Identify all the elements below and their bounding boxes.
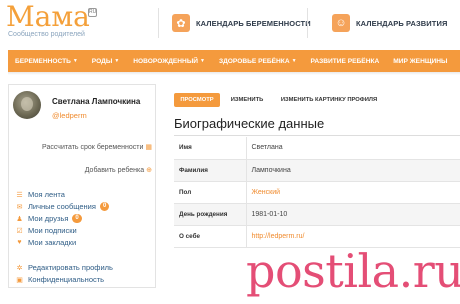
field-label: О себе	[174, 225, 247, 248]
menu-label: Конфиденциальность	[28, 275, 105, 284]
add-child-link[interactable]: Добавить ребенка ⊕	[84, 166, 152, 175]
table-row: Фамилия Лампочкина	[174, 159, 460, 182]
field-value: 1981-01-10	[246, 203, 460, 226]
menu-item-friends[interactable]: ♟ Мои друзья 0	[15, 214, 82, 223]
menu-label: Мои подписки	[28, 226, 77, 235]
logo-text: Мама	[6, 0, 90, 33]
nav-label: МИР ЖЕНЩИНЫ	[393, 57, 448, 65]
tab-view[interactable]: ПРОСМОТР	[174, 93, 220, 107]
menu-item-edit-profile[interactable]: ✲ Редактировать профиль	[15, 263, 113, 272]
calc-term-link[interactable]: Рассчитать срок беременности ▦	[42, 143, 152, 152]
gender-link[interactable]: Женский	[246, 181, 460, 204]
logo-badge: RU	[88, 8, 97, 17]
watermark: postila.ru	[246, 244, 460, 298]
profile-name: Светлана Лампочкина	[52, 97, 141, 106]
gear-icon: ✲	[16, 264, 23, 272]
field-value: Лампочкина	[246, 159, 460, 182]
bio-table: Имя Светлана Фамилия Лампочкина Пол Женс…	[174, 137, 460, 248]
checkbox-icon: ☑	[16, 227, 23, 235]
field-label: Фамилия	[174, 159, 247, 182]
add-child-label: Добавить ребенка	[84, 166, 145, 174]
menu-label: Редактировать профиль	[28, 263, 113, 272]
table-row: Пол Женский	[174, 181, 460, 204]
count-badge: 0	[99, 202, 110, 211]
pregnancy-calendar-link[interactable]: ✿ КАЛЕНДАРЬ БЕРЕМЕННОСТИ	[172, 11, 311, 35]
heart-icon: ♥	[17, 239, 22, 246]
envelope-icon: ✉	[16, 203, 23, 211]
menu-item-privacy[interactable]: ▣ Конфиденциальность	[15, 275, 104, 284]
tab-edit[interactable]: ИЗМЕНИТЬ	[226, 93, 268, 107]
menu-item-feed[interactable]: ☰ Моя лента	[15, 190, 65, 199]
menu-label: Личные сообщения	[28, 202, 96, 211]
pregnancy-calendar-label: КАЛЕНДАРЬ БЕРЕМЕННОСТИ	[196, 18, 311, 28]
menu-label: Мои закладки	[28, 238, 77, 247]
development-calendar-label: КАЛЕНДАРЬ РАЗВИТИЯ	[356, 18, 448, 28]
calc-term-label: Рассчитать срок беременности	[42, 143, 144, 151]
nav-shadow	[8, 72, 460, 75]
table-row: Имя Светлана	[174, 137, 460, 160]
menu-label: Мои друзья	[28, 214, 69, 223]
profile-handle[interactable]: @ledperm	[52, 111, 87, 120]
menu-label: Моя лента	[28, 190, 65, 199]
logo-subtitle: Сообщество родителей	[8, 31, 85, 38]
divider	[174, 135, 460, 136]
nav-item-newborn[interactable]: НОВОРОЖДЕННЫЙ ▼	[126, 58, 212, 65]
nav-item-child-development[interactable]: РАЗВИТИЕ РЕБЁНКА	[304, 58, 387, 65]
pregnancy-icon: ✿	[172, 14, 190, 32]
nav-label: НОВОРОЖДЕННЫЙ	[133, 57, 199, 65]
count-badge: 0	[72, 214, 82, 223]
field-value: Светлана	[246, 137, 460, 160]
plus-icon: ⊕	[146, 167, 152, 174]
field-label: День рождения	[174, 203, 247, 226]
chevron-down-icon: ▼	[200, 58, 205, 64]
nav-item-woman-world[interactable]: МИР ЖЕНЩИНЫ	[386, 58, 454, 65]
page-title: Биографические данные	[174, 116, 325, 131]
menu-item-subscriptions[interactable]: ☑ Мои подписки	[15, 226, 77, 235]
tab-change-picture[interactable]: ИЗМЕНИТЬ КАРТИНКУ ПРОФИЛЯ	[276, 93, 382, 107]
profile-card: Светлана Лампочкина @ledperm Рассчитать …	[8, 84, 156, 288]
nav-item-child-health[interactable]: ЗДОРОВЬЕ РЕБЁНКА ▼	[212, 58, 304, 65]
development-calendar-link[interactable]: ☺ КАЛЕНДАРЬ РАЗВИТИЯ	[332, 11, 447, 35]
baby-icon: ☺	[332, 14, 350, 32]
chevron-down-icon: ▼	[72, 58, 78, 64]
main-nav: БЕРЕМЕННОСТЬ ▼ РОДЫ ▼ НОВОРОЖДЕННЫЙ ▼ ЗДОРО…	[8, 50, 460, 72]
nav-label: ЗДОРОВЬЕ РЕБЁНКА	[218, 57, 290, 65]
header-divider	[307, 8, 308, 38]
list-icon: ☰	[16, 191, 23, 199]
users-icon: ♟	[16, 215, 23, 223]
calendar-icon: ▦	[145, 144, 152, 151]
field-label: Имя	[174, 137, 247, 160]
lock-icon: ▣	[16, 276, 23, 284]
nav-item-birth[interactable]: РОДЫ ▼	[85, 58, 126, 65]
nav-item-pregnancy[interactable]: БЕРЕМЕННОСТЬ ▼	[8, 58, 85, 65]
chevron-down-icon: ▼	[291, 58, 297, 64]
avatar[interactable]	[13, 91, 41, 119]
menu-item-bookmarks[interactable]: ♥ Мои закладки	[15, 238, 76, 247]
nav-label: БЕРЕМЕННОСТЬ	[15, 57, 71, 65]
field-label: Пол	[174, 181, 247, 204]
menu-item-messages[interactable]: ✉ Личные сообщения 0	[15, 202, 110, 211]
table-row: День рождения 1981-01-10	[174, 203, 460, 226]
header-divider	[158, 8, 159, 38]
chevron-down-icon: ▼	[114, 58, 120, 64]
nav-label: РОДЫ	[91, 57, 113, 65]
nav-label: РАЗВИТИЕ РЕБЁНКА	[310, 57, 380, 65]
site-logo[interactable]: Мама RU Сообщество родителей	[6, 0, 97, 38]
